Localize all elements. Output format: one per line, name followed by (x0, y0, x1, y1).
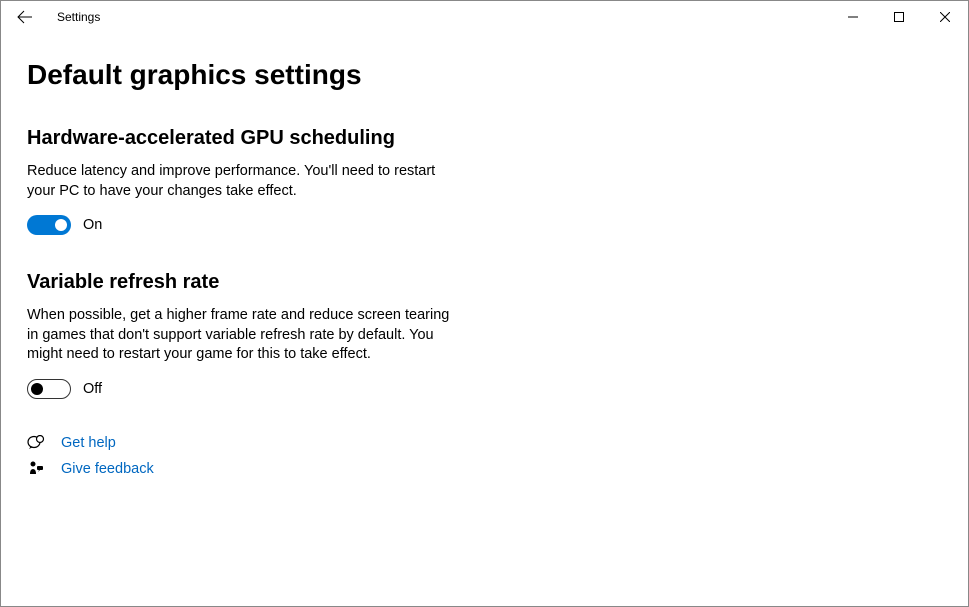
minimize-icon (848, 12, 858, 22)
get-help-link[interactable]: Get help (61, 435, 116, 451)
vrr-toggle[interactable] (27, 379, 71, 399)
get-help-row[interactable]: Get help (27, 435, 655, 451)
toggle-knob (31, 383, 43, 395)
close-icon (940, 12, 950, 22)
window-title: Settings (57, 10, 100, 24)
back-button[interactable] (7, 1, 43, 33)
maximize-icon (894, 12, 904, 22)
page-title: Default graphics settings (27, 59, 655, 91)
feedback-icon (27, 461, 45, 477)
gpu-scheduling-body: Reduce latency and improve performance. … (27, 162, 457, 201)
gpu-scheduling-heading: Hardware-accelerated GPU scheduling (27, 127, 655, 150)
gpu-scheduling-toggle-label: On (83, 217, 102, 233)
close-button[interactable] (922, 1, 968, 33)
give-feedback-row[interactable]: Give feedback (27, 461, 655, 477)
toggle-knob (55, 219, 67, 231)
back-arrow-icon (17, 9, 33, 25)
help-icon (27, 435, 45, 451)
titlebar: Settings (1, 1, 968, 33)
gpu-scheduling-toggle[interactable] (27, 215, 71, 235)
minimize-button[interactable] (830, 1, 876, 33)
give-feedback-link[interactable]: Give feedback (61, 461, 154, 477)
vrr-body: When possible, get a higher frame rate a… (27, 306, 457, 365)
content-area: Default graphics settings Hardware-accel… (1, 33, 681, 477)
vrr-toggle-label: Off (83, 381, 102, 397)
window-controls (830, 1, 968, 33)
vrr-heading: Variable refresh rate (27, 271, 655, 294)
maximize-button[interactable] (876, 1, 922, 33)
vrr-toggle-row: Off (27, 379, 655, 399)
gpu-scheduling-toggle-row: On (27, 215, 655, 235)
